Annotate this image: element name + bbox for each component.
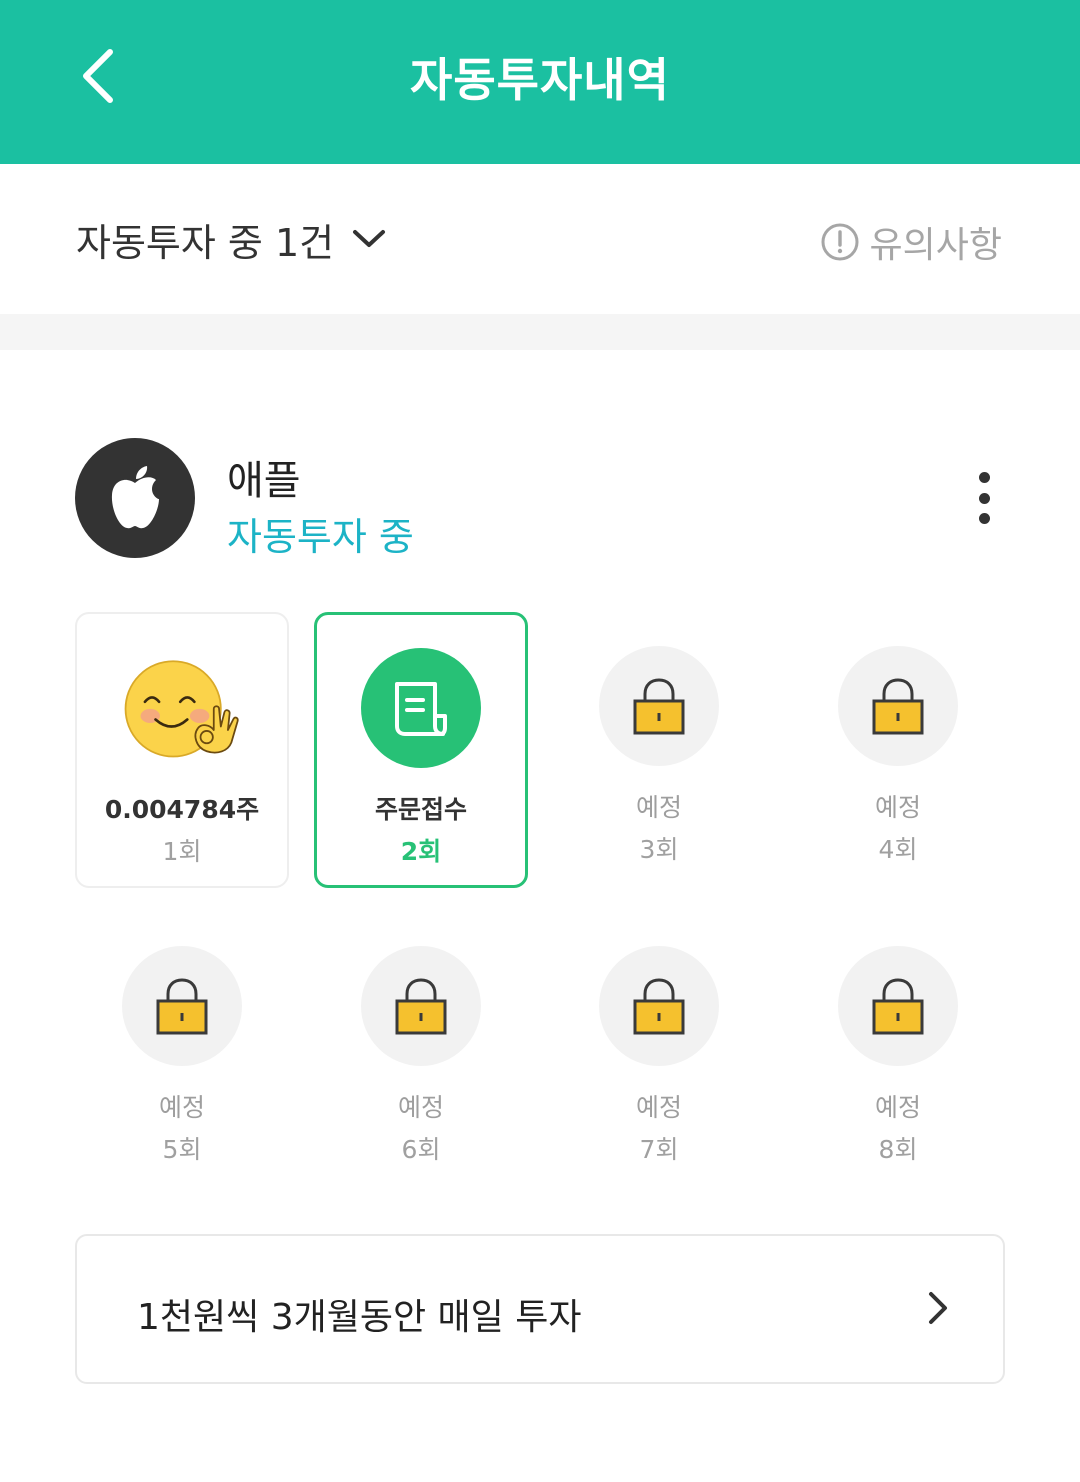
- round-card-8[interactable]: 예정 8회: [791, 912, 1005, 1188]
- round-card-7[interactable]: 예정 7회: [552, 912, 766, 1188]
- plan-description: 1천원씩 3개월동안 매일 투자: [137, 1297, 582, 1338]
- round-card-2[interactable]: 주문접수 2회: [314, 612, 528, 888]
- app-header: 자동투자내역: [0, 0, 1080, 164]
- info-circle-icon: [821, 223, 859, 261]
- round-status: 예정: [397, 1093, 444, 1122]
- receipt-icon: [361, 648, 481, 768]
- round-card-5[interactable]: 예정 5회: [75, 912, 289, 1188]
- round-card-6[interactable]: 예정 6회: [314, 912, 528, 1188]
- more-vertical-icon: [978, 472, 990, 483]
- round-card-3[interactable]: 예정 3회: [552, 612, 766, 888]
- lock-icon: [361, 946, 481, 1066]
- more-options-button[interactable]: [958, 466, 1010, 530]
- round-status: 예정: [874, 1093, 921, 1122]
- filter-bar: 자동투자 중 1건 유의사항: [0, 164, 1080, 314]
- lock-icon: [838, 646, 958, 766]
- filter-label: 자동투자 중 1건: [76, 220, 335, 265]
- round-card-4[interactable]: 예정 4회: [791, 612, 1005, 888]
- notice-button[interactable]: 유의사항: [820, 216, 1002, 268]
- round-number: 7회: [639, 1135, 679, 1164]
- chevron-right-icon: [929, 1292, 947, 1324]
- round-number: 3회: [639, 835, 679, 864]
- round-number: 4회: [878, 835, 918, 864]
- round-amount: 0.004784주: [104, 795, 260, 824]
- round-number: 5회: [162, 1135, 202, 1164]
- stock-status: 자동투자 중: [227, 515, 414, 559]
- lock-icon: [599, 946, 719, 1066]
- round-card-1[interactable]: 0.004784주 1회: [75, 612, 289, 888]
- round-status: 예정: [874, 793, 921, 822]
- notice-label: 유의사항: [869, 225, 1002, 266]
- round-number: 2회: [400, 837, 442, 866]
- round-number: 8회: [878, 1135, 918, 1164]
- stock-logo: [75, 438, 195, 558]
- page-title: 자동투자내역: [410, 53, 670, 107]
- apple-logo-icon: [111, 466, 159, 529]
- investment-plan-card[interactable]: 1천원씩 3개월동안 매일 투자: [75, 1234, 1005, 1384]
- round-status: 예정: [635, 793, 682, 822]
- lock-icon: [838, 946, 958, 1066]
- smile-ok-emoji-icon: [122, 648, 242, 768]
- lock-icon: [599, 646, 719, 766]
- round-number: 1회: [162, 837, 202, 866]
- round-status: 예정: [635, 1093, 682, 1122]
- chevron-down-icon: [353, 230, 386, 247]
- stock-name: 애플: [227, 458, 301, 504]
- lock-icon: [122, 946, 242, 1066]
- round-status: 주문접수: [374, 795, 467, 824]
- round-status: 예정: [158, 1093, 205, 1122]
- section-divider: [0, 314, 1080, 350]
- filter-dropdown[interactable]: 자동투자 중 1건: [76, 214, 386, 265]
- round-number: 6회: [401, 1135, 441, 1164]
